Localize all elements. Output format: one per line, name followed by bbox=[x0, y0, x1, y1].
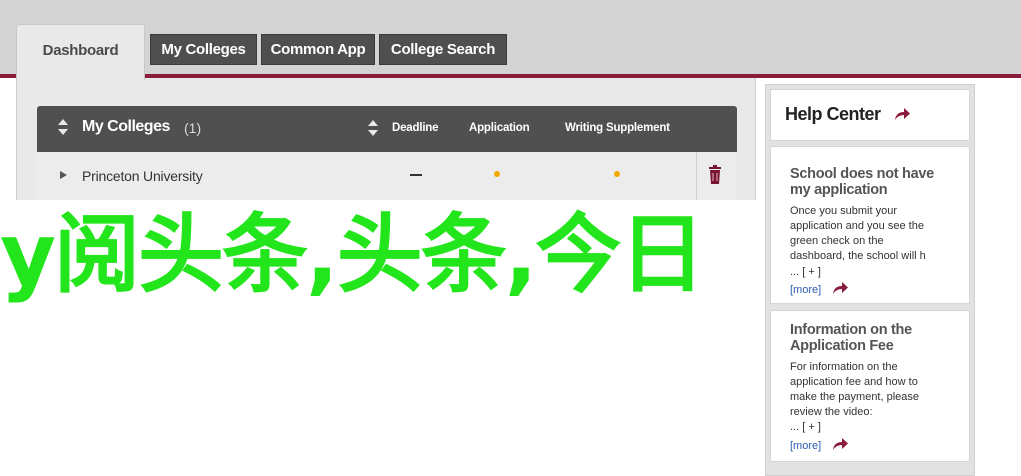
help-center-title[interactable]: Help Center bbox=[785, 104, 881, 125]
help-card-body: For information on the application fee a… bbox=[790, 361, 920, 418]
tab-dashboard[interactable]: Dashboard bbox=[16, 24, 145, 80]
more-link[interactable]: [more] bbox=[790, 440, 821, 452]
column-header-writing-supplement: Writing Supplement bbox=[565, 122, 670, 134]
column-header-application: Application bbox=[469, 122, 530, 134]
trash-icon[interactable] bbox=[706, 164, 724, 186]
tab-my-colleges[interactable]: My Colleges bbox=[150, 34, 257, 65]
help-card-title[interactable]: School does not have my application bbox=[790, 166, 960, 198]
expand-text-toggle[interactable]: ... [ + ] bbox=[790, 421, 821, 433]
application-status-dot bbox=[494, 171, 500, 177]
row-divider bbox=[696, 152, 697, 200]
deadline-sort-icon[interactable] bbox=[368, 120, 378, 138]
column-header-deadline[interactable]: Deadline bbox=[392, 122, 439, 134]
colleges-table-title: My Colleges bbox=[82, 118, 170, 135]
writing-supplement-status-dot bbox=[614, 171, 620, 177]
tab-college-search[interactable]: College Search bbox=[379, 34, 507, 65]
curved-arrow-icon[interactable] bbox=[831, 437, 849, 451]
deadline-dash bbox=[410, 174, 422, 176]
colleges-count: (1) bbox=[184, 120, 202, 136]
curved-arrow-icon[interactable] bbox=[893, 107, 911, 121]
college-name[interactable]: Princeton University bbox=[82, 168, 203, 184]
sort-updown-icon[interactable] bbox=[58, 119, 68, 137]
help-card-title[interactable]: Information on the Application Fee bbox=[790, 322, 960, 354]
tab-common-app[interactable]: Common App bbox=[261, 34, 375, 65]
overlay-watermark-text: y阅头条,头条,今日 bbox=[0, 205, 705, 305]
triangle-right-icon[interactable] bbox=[60, 171, 67, 179]
